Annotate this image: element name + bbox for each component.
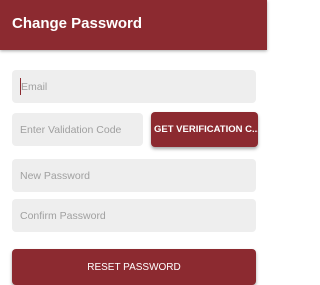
validation-code-field-container	[12, 113, 143, 146]
confirm-password-field-container	[12, 199, 256, 232]
new-password-field[interactable]	[12, 159, 256, 192]
app-header: Change Password	[0, 0, 267, 50]
email-field-container	[12, 70, 256, 103]
get-verification-code-button[interactable]: GET VERIFICATION C...	[151, 112, 258, 147]
email-field[interactable]	[12, 70, 256, 103]
confirm-password-field[interactable]	[12, 199, 256, 232]
reset-password-button[interactable]: RESET PASSWORD	[12, 249, 256, 285]
new-password-field-container	[12, 159, 256, 192]
validation-code-input[interactable]	[12, 113, 143, 146]
text-cursor	[20, 78, 21, 95]
page-title: Change Password	[12, 15, 143, 32]
